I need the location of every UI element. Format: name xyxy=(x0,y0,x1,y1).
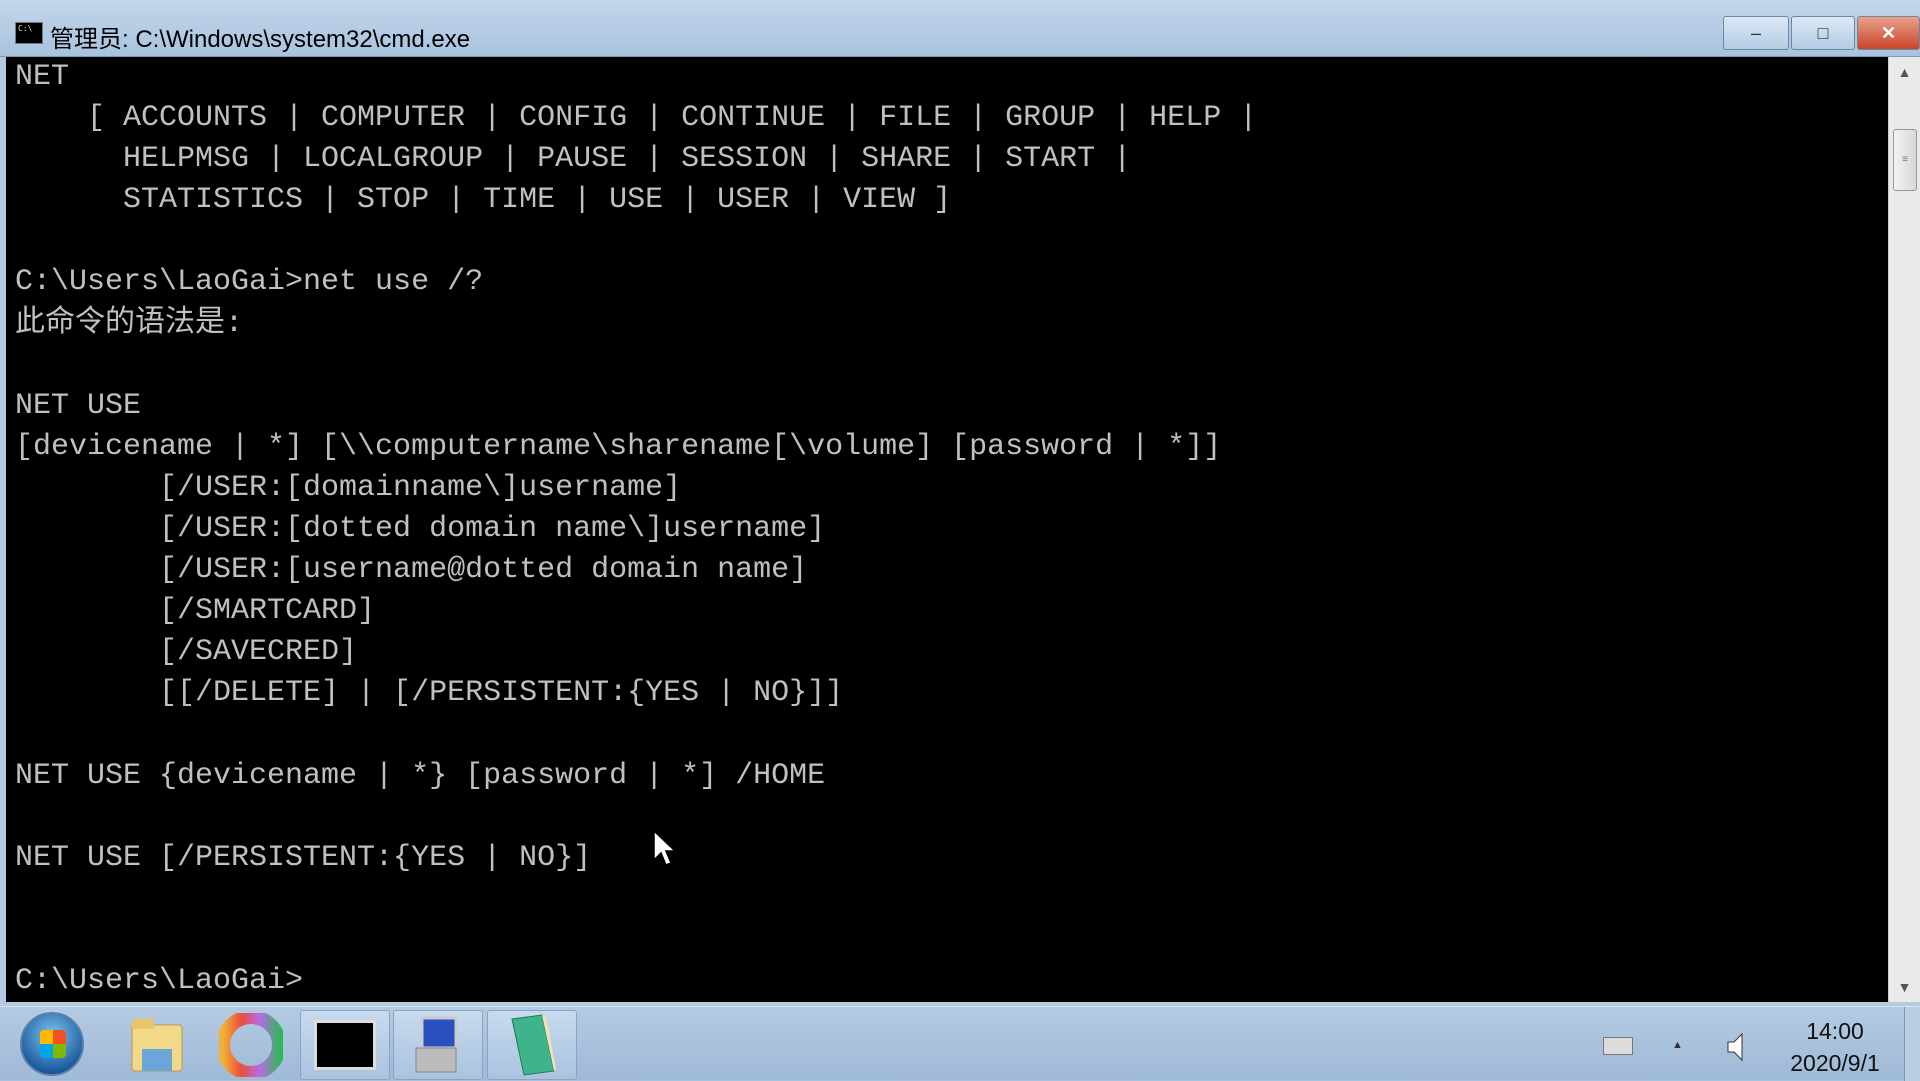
show-hidden-icons-button[interactable]: ▲ xyxy=(1672,1039,1683,1051)
scroll-thumb[interactable]: ≡ xyxy=(1893,129,1917,191)
window-title: 管理员: C:\Windows\system32\cmd.exe xyxy=(50,26,471,53)
taskbar-network-tool[interactable] xyxy=(393,1010,483,1080)
vertical-scrollbar[interactable]: ▲ ≡ ▼ xyxy=(1888,57,1920,1002)
start-button[interactable] xyxy=(20,1012,84,1076)
taskbar-command-prompt[interactable] xyxy=(300,1010,390,1080)
close-button[interactable]: ✕ xyxy=(1857,16,1920,50)
windows-logo-icon xyxy=(40,1030,66,1058)
console-output[interactable]: NET [ ACCOUNTS | COMPUTER | CONFIG | CON… xyxy=(0,57,1888,1002)
taskbar: ▲ 14:00 2020/9/1 xyxy=(0,1006,1920,1081)
console-line: [ ACCOUNTS | COMPUTER | CONFIG | CONTINU… xyxy=(15,101,1258,136)
speaker-icon[interactable] xyxy=(1726,1031,1746,1063)
console-line: NET USE [/PERSISTENT:{YES | NO}] xyxy=(15,840,592,875)
console-line: NET USE {devicename | *} [password | *] … xyxy=(15,758,826,793)
taskbar-notebook-app[interactable] xyxy=(487,1010,577,1080)
mouse-cursor-icon xyxy=(653,830,677,866)
green-book-icon xyxy=(511,1014,556,1076)
console-line: [/USER:[username@dotted domain name] xyxy=(15,553,808,588)
network-computer-icon xyxy=(415,1016,458,1073)
console-text: NET [ ACCOUNTS | COMPUTER | CONFIG | CON… xyxy=(15,57,1257,1002)
maximize-button[interactable]: □ xyxy=(1791,16,1855,50)
console-line: HELPMSG | LOCALGROUP | PAUSE | SESSION |… xyxy=(15,142,1132,177)
minimize-button[interactable]: – xyxy=(1723,16,1789,50)
show-desktop-button[interactable] xyxy=(1904,1007,1920,1081)
console-line: STATISTICS | STOP | TIME | USE | USER | … xyxy=(15,183,952,218)
clock-time: 14:00 xyxy=(1806,1018,1864,1044)
console-line: C:\Users\LaoGai> xyxy=(15,964,304,999)
scroll-up-button[interactable]: ▲ xyxy=(1889,57,1920,87)
console-line: C:\Users\LaoGai>net use /? xyxy=(15,265,484,300)
taskbar-file-explorer[interactable] xyxy=(112,1010,202,1080)
console-line: 此命令的语法是: xyxy=(15,306,244,341)
console-line: [/SAVECRED] xyxy=(15,635,358,670)
cmd-icon[interactable]: C:\ xyxy=(15,22,43,44)
title-bar[interactable]: C:\ 管理员: C:\Windows\system32\cmd.exe – □… xyxy=(0,0,1920,57)
console-line: NET USE xyxy=(15,388,142,423)
console-line: [/SMARTCARD] xyxy=(15,594,376,629)
console-line: [[/DELETE] | [/PERSISTENT:{YES | NO}]] xyxy=(15,676,844,711)
console-line: [/USER:[dotted domain name\]username] xyxy=(15,512,826,547)
browser-icon xyxy=(219,1013,283,1077)
keyboard-icon[interactable] xyxy=(1603,1037,1633,1055)
console-line: [/USER:[domainname\]username] xyxy=(15,470,682,505)
system-clock[interactable]: 14:00 2020/9/1 xyxy=(1775,1015,1895,1079)
console-line: NET xyxy=(15,60,70,94)
folder-icon xyxy=(131,1019,183,1072)
clock-date: 2020/9/1 xyxy=(1790,1050,1880,1076)
console-window-icon xyxy=(314,1020,376,1070)
console-line: [devicename | *] [\\computername\sharena… xyxy=(15,429,1222,464)
scroll-down-button[interactable]: ▼ xyxy=(1889,972,1920,1002)
taskbar-browser[interactable] xyxy=(206,1010,296,1080)
